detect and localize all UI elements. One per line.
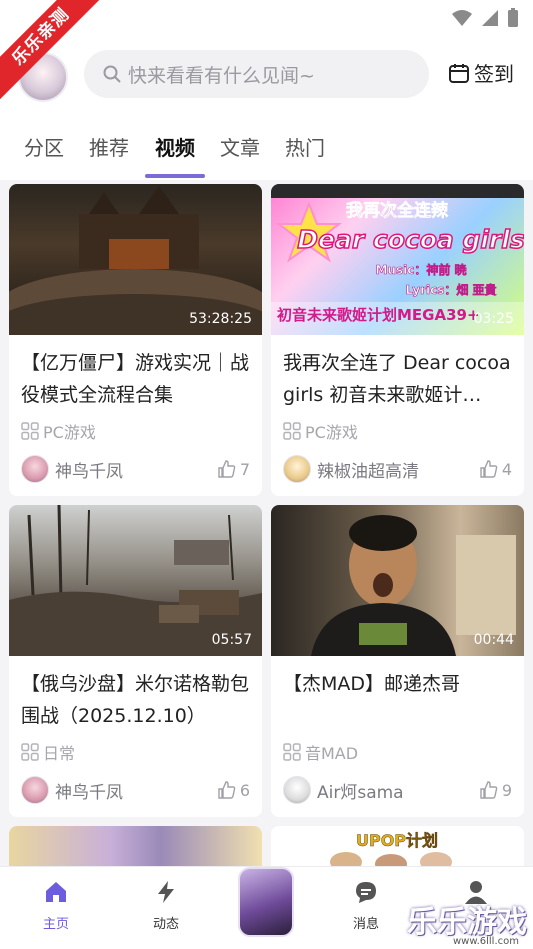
signal-icon (482, 10, 498, 26)
tab-fenqu[interactable]: 分区 (24, 132, 64, 161)
nav-messages[interactable]: 消息 (326, 879, 406, 932)
video-thumbnail: 53:28:25 (9, 184, 262, 354)
nav-feed-label: 动态 (152, 917, 179, 932)
like-count: 4 (501, 459, 512, 479)
video-title: 我再次全连了 Dear cocoa girls 初音未来歌姬计… (283, 352, 511, 406)
tab-hot[interactable]: 热门 (285, 132, 325, 161)
video-category[interactable]: PC游戏 (271, 419, 524, 443)
thumbs-up-icon (218, 460, 236, 478)
tab-recommend[interactable]: 推荐 (89, 132, 129, 161)
thumb6-title: UPOP计划 (356, 831, 438, 850)
like-button[interactable]: 9 (480, 781, 512, 800)
video-card[interactable]: 00:44 【杰MAD】邮递杰哥 音MAD Air炣sama 9 (271, 505, 524, 817)
thumb-text-line4: Lyrics：畑 亜貴 (405, 282, 496, 297)
like-button[interactable]: 7 (218, 460, 250, 479)
category-label: 音MAD (305, 744, 359, 763)
video-card[interactable]: 53:28:25 【亿万僵尸】游戏实况｜战役模式全流程合集 PC游戏 神鸟千凤 … (9, 184, 262, 496)
app-screen: 乐乐亲测 快来看看有什么见闻~ 签到 分区 推荐 视频 文章 热门 53:28:… (0, 0, 533, 949)
thumbnail-art: UPOP计划 (330, 831, 452, 866)
lightning-icon (158, 881, 174, 903)
nav-messages-label: 消息 (352, 917, 379, 932)
video-duration: 00:44 (473, 632, 514, 648)
nav-home-label: 主页 (42, 917, 69, 932)
video-meta: 神鸟千凤 6 (9, 776, 262, 804)
thumb-text-line5: 初音未来歌姬计划MEGA39+ (277, 306, 480, 324)
tab-active-indicator (145, 174, 205, 178)
category-label: PC游戏 (305, 423, 358, 442)
thumb-text-line3: Music：神前 暁 (375, 262, 466, 277)
battery-icon (508, 8, 518, 27)
video-meta: 辣椒油超高清 4 (271, 455, 524, 483)
search-bar[interactable]: 快来看看有什么见闻~ (84, 50, 429, 98)
nav-home[interactable]: 主页 (16, 879, 96, 932)
search-placeholder: 快来看看有什么见闻~ (128, 64, 315, 87)
like-button[interactable]: 6 (218, 781, 250, 800)
category-label: PC游戏 (43, 423, 96, 442)
video-card[interactable] (9, 826, 262, 866)
signin-button[interactable]: 签到 (448, 58, 514, 87)
grid-icon (283, 743, 301, 761)
video-card[interactable]: 我再次全连辣 Dear cocoa girls Music：神前 暁 Lyric… (271, 184, 524, 496)
video-thumbnail: UPOP计划 (271, 826, 524, 866)
uploader-name[interactable]: 神鸟千凤 (55, 778, 218, 803)
chat-icon (356, 882, 376, 903)
grid-icon (283, 422, 301, 440)
tab-video[interactable]: 视频 (155, 132, 195, 161)
video-category[interactable]: 日常 (9, 740, 262, 764)
category-tabs: 分区 推荐 视频 文章 热门 (0, 126, 533, 180)
video-meta: 神鸟千凤 7 (9, 455, 262, 483)
uploader-name[interactable]: 神鸟千凤 (55, 457, 218, 482)
video-duration: 53:28:25 (189, 311, 252, 327)
grid-icon (21, 743, 39, 761)
thumb-text-line2: Dear cocoa girls (297, 225, 524, 254)
category-label: 日常 (43, 744, 76, 763)
calendar-icon (449, 63, 469, 83)
thumbs-up-icon (480, 781, 498, 799)
wifi-icon (452, 10, 472, 26)
uploader-avatar[interactable] (21, 455, 49, 483)
video-meta: Air炣sama 9 (271, 776, 524, 804)
uploader-avatar[interactable] (283, 776, 311, 804)
video-thumbnail: 我再次全连辣 Dear cocoa girls Music：神前 暁 Lyric… (271, 184, 524, 335)
like-count: 9 (501, 780, 512, 800)
tab-article[interactable]: 文章 (220, 132, 260, 161)
uploader-avatar[interactable] (283, 455, 311, 483)
watermark-logo: 乐乐游戏 (407, 905, 527, 940)
search-icon (103, 65, 121, 83)
thumbs-up-icon (480, 460, 498, 478)
bottom-nav: 主页 动态 消息 我的 乐乐游戏 www.6lll.com (0, 866, 533, 949)
video-card[interactable]: 05:57 【俄乌沙盘】米尔诺格勒包围战（2025.12.10） 日常 神鸟千凤… (9, 505, 262, 817)
uploader-name[interactable]: 辣椒油超高清 (317, 457, 480, 482)
video-category[interactable]: PC游戏 (9, 419, 262, 443)
thumbs-up-icon (218, 781, 236, 799)
like-count: 7 (239, 459, 250, 479)
nav-feed[interactable]: 动态 (126, 879, 206, 932)
watermark-url: www.6lll.com (452, 936, 519, 947)
nav-center-button[interactable] (238, 867, 294, 937)
video-title: 【俄乌沙盘】米尔诺格勒包围战（2025.12.10） (21, 673, 250, 727)
video-thumbnail: 05:57 (9, 505, 262, 656)
video-title: 【杰MAD】邮递杰哥 (283, 673, 461, 695)
uploader-name[interactable]: Air炣sama (317, 778, 480, 803)
header-area: 乐乐亲测 快来看看有什么见闻~ 签到 分区 推荐 视频 文章 热门 (0, 0, 533, 180)
signin-label: 签到 (474, 62, 514, 86)
thumb-text-line1: 我再次全连辣 (346, 200, 449, 221)
home-icon (46, 882, 66, 902)
video-category[interactable]: 音MAD (271, 740, 524, 764)
uploader-avatar[interactable] (21, 776, 49, 804)
like-button[interactable]: 4 (480, 460, 512, 479)
video-duration: 05:57 (211, 632, 252, 648)
video-thumbnail: 00:44 (271, 505, 524, 656)
video-duration: 03:25 (473, 311, 514, 327)
video-thumbnail (9, 826, 262, 866)
grid-icon (21, 422, 39, 440)
video-card[interactable]: UPOP计划 (271, 826, 524, 866)
video-title: 【亿万僵尸】游戏实况｜战役模式全流程合集 (21, 352, 250, 406)
like-count: 6 (239, 780, 250, 800)
